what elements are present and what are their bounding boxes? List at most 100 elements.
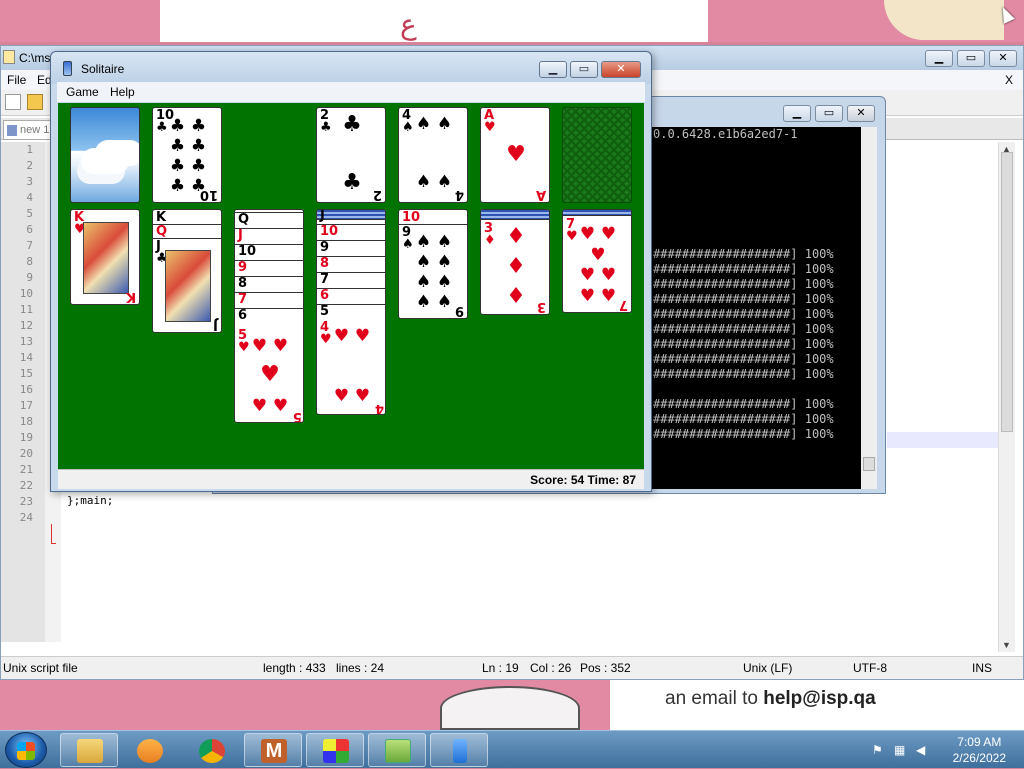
solitaire-titlebar[interactable]: Solitaire ▁ ▭ ✕ (51, 52, 651, 84)
tableau-4[interactable]: J 10 9 8 7 6 5 4 ♥ ♥ ♥ ♥ ♥ 4 (316, 209, 386, 415)
code-line-23[interactable]: };main; (67, 494, 113, 507)
stacked-card-rank[interactable]: K (238, 209, 248, 210)
foundation-1[interactable]: 2 ♣ ♣ ♣ 2 (316, 107, 386, 203)
console-scroll-thumb[interactable] (863, 457, 875, 471)
scroll-down-icon[interactable]: ▼ (1002, 640, 1011, 650)
five-hearts-card[interactable]: 5 ♥ ♥ ♥ ♥ ♥ ♥ 5 (235, 328, 303, 423)
taskbar: M ⚑ ▦ ◀ 7:09 AM 2/26/2022 (0, 730, 1024, 768)
console-line: ###################] 100% (653, 262, 834, 276)
line-number: 19 (19, 431, 33, 444)
desktop-wallpaper-top: ع (0, 0, 1024, 42)
stock-pile[interactable] (70, 107, 140, 203)
line-number: 22 (19, 479, 33, 492)
foundation-4-empty[interactable] (562, 107, 632, 203)
stacked-card-rank[interactable]: J (320, 210, 325, 222)
status-lines: lines : 24 (336, 661, 385, 675)
stacked-card-rank[interactable]: 9 (320, 241, 329, 254)
clock-time: 7:09 AM (957, 735, 1002, 749)
tableau-1-king-hearts[interactable]: K ♥ K (70, 209, 140, 305)
console-line: ###################] 100% (653, 307, 834, 321)
foundation-3[interactable]: A ♥ ♥ A (480, 107, 550, 203)
stacked-card-rank[interactable]: Q (238, 213, 249, 226)
line-number: 18 (19, 415, 33, 428)
wallpaper-email-text: an email to help@isp.qa (665, 688, 876, 709)
status-eol: Unix (LF) (743, 661, 793, 675)
stacked-card-rank[interactable]: 8 (320, 257, 329, 270)
stacked-card-rank[interactable]: 9 (238, 261, 247, 274)
face-down-cards (563, 210, 631, 216)
volume-icon[interactable]: ◀ (916, 743, 930, 757)
card-pips: ♥ ♥ ♥ ♥ ♥ ♥ ♥ (579, 224, 617, 306)
line-number: 16 (19, 383, 33, 396)
action-center-icon[interactable]: ⚑ (872, 743, 886, 757)
vertical-scrollbar[interactable]: ▲ ▼ (998, 142, 1015, 652)
four-hearts-card[interactable]: 4 ♥ ♥ ♥ ♥ ♥ 4 (317, 320, 385, 415)
taskbar-media-player[interactable] (120, 733, 178, 767)
clock[interactable]: 7:09 AM 2/26/2022 (953, 734, 1006, 766)
taskbar-notepad[interactable] (368, 733, 426, 767)
stacked-card-rank[interactable]: 10 (320, 225, 338, 238)
close-button[interactable]: ✕ (989, 50, 1017, 67)
tableau-6[interactable]: 3 ♦ ♦ ♦ ♦ 3 (480, 209, 550, 315)
status-length: length : 433 (263, 661, 326, 675)
notepad-plus-icon (385, 739, 411, 763)
menu-game[interactable]: Game (66, 85, 99, 99)
close-doc-icon[interactable]: X (1005, 73, 1013, 87)
stacked-card-edge (317, 210, 385, 220)
status-ln: Ln : 19 (482, 661, 519, 675)
scroll-thumb[interactable] (1001, 152, 1013, 432)
stacked-card-rank[interactable]: 10 (238, 245, 256, 258)
taskbar-solitaire[interactable] (306, 733, 364, 767)
stacked-card-rank[interactable]: 6 (238, 309, 247, 322)
card-pips: ♥ ♥ ♥ ♥ (333, 326, 371, 406)
line-number: 10 (19, 287, 33, 300)
taskbar-chrome[interactable] (182, 733, 240, 767)
stacked-card-rank[interactable]: J (238, 229, 243, 242)
solitaire-close-button[interactable]: ✕ (601, 61, 641, 78)
solitaire-maximize-button[interactable]: ▭ (570, 61, 598, 78)
console-close-button[interactable]: ✕ (847, 105, 875, 122)
tableau-2[interactable]: K Q J ♣ J (152, 209, 222, 333)
network-icon[interactable]: ▦ (894, 743, 908, 757)
taskbar-usb-tool[interactable] (430, 733, 488, 767)
foundation-2[interactable]: 4 ♠ ♠ ♠ ♠ ♠ 4 (398, 107, 468, 203)
card-rank-bottom: 5 (292, 409, 302, 423)
status-pos: Pos : 352 (580, 661, 631, 675)
console-maximize-button[interactable]: ▭ (815, 105, 843, 122)
minimize-button[interactable]: ▁ (925, 50, 953, 67)
line-number: 4 (26, 191, 33, 204)
console-scrollbar[interactable] (861, 127, 877, 489)
card-rank: Q (156, 224, 168, 239)
menu-help[interactable]: Help (110, 85, 135, 99)
card-rank: K (156, 210, 167, 225)
tab-new-1[interactable]: new 1 (3, 120, 51, 140)
taskbar-explorer[interactable] (60, 733, 118, 767)
card-rank-bottom: 4 (374, 401, 384, 415)
start-button[interactable] (5, 732, 47, 768)
maximize-button[interactable]: ▭ (957, 50, 985, 67)
stacked-card-rank[interactable]: 5 (320, 305, 329, 318)
tableau-7[interactable]: 7 ♥ ♥ ♥ ♥ ♥ ♥ ♥ ♥ 7 (562, 209, 632, 313)
tableau-3[interactable]: K QJ 10 9 8 7 6 5♥ ♥♥♥♥ ♥ 5 (234, 209, 304, 423)
menu-file[interactable]: File (7, 73, 26, 87)
stacked-card-rank[interactable]: 8 (238, 277, 247, 290)
waste-pile[interactable]: 10 ♣ ♣ ♣ ♣ ♣ ♣ ♣ ♣ ♣ 10 (152, 107, 222, 203)
notepad-title: C:\ms (19, 51, 51, 65)
tableau-5[interactable]: 10 9 ♠ ♠ ♠ ♠ ♠ ♠ ♠ ♠ ♠ 9 (398, 209, 468, 319)
open-file-icon[interactable] (27, 94, 43, 110)
new-file-icon[interactable] (5, 94, 21, 110)
solitaire-minimize-button[interactable]: ▁ (539, 61, 567, 78)
stacked-card-rank[interactable]: 7 (320, 273, 329, 286)
stacked-card-rank[interactable]: 6 (320, 289, 329, 302)
stacked-card-rank[interactable]: 7 (238, 293, 247, 306)
console-line: ###################] 100% (653, 337, 834, 351)
notepad-statusbar: Unix script file length : 433 lines : 24… (1, 656, 1023, 679)
line-number: 11 (19, 303, 33, 316)
taskbar-app-m[interactable]: M (244, 733, 302, 767)
console-minimize-button[interactable]: ▁ (783, 105, 811, 122)
line-number: 6 (26, 223, 33, 236)
